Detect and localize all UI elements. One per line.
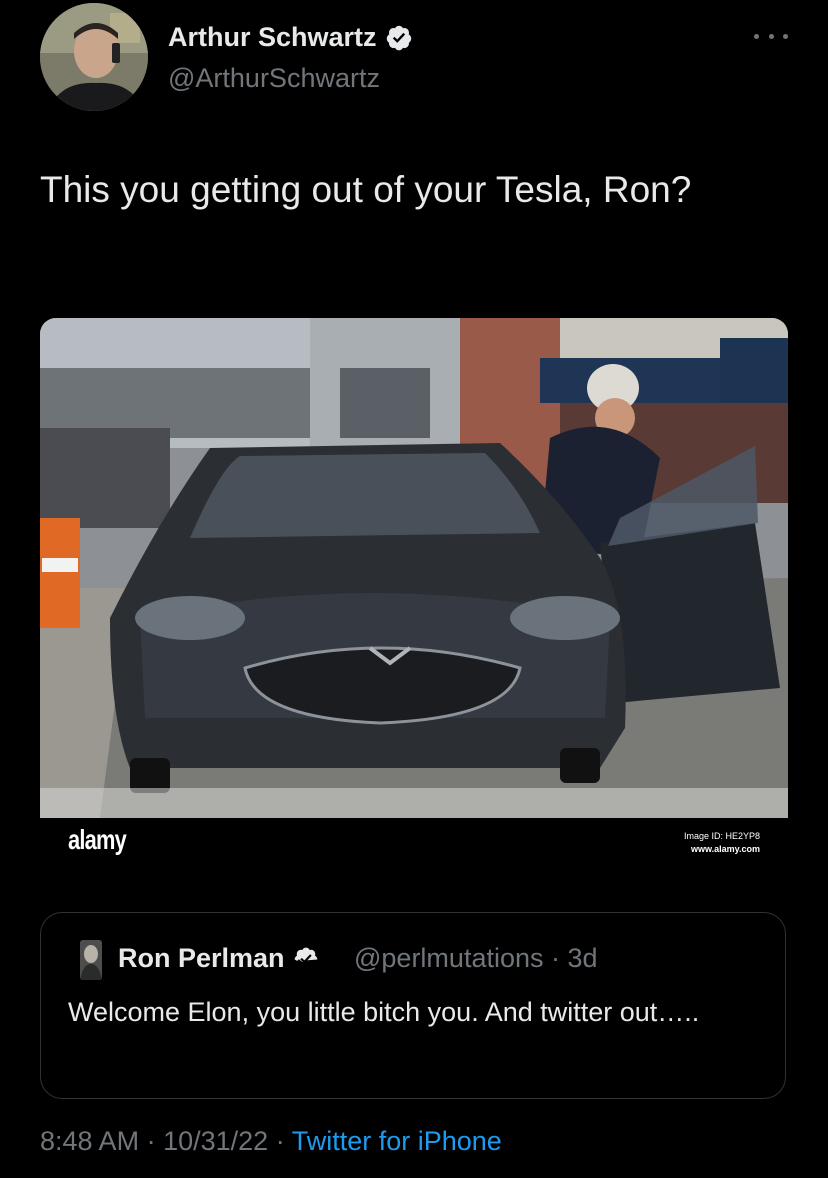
image-credit: Image ID: HE2YP8 www.alamy.com xyxy=(684,830,760,856)
image-url: www.alamy.com xyxy=(690,844,760,854)
verified-badge-icon xyxy=(294,947,317,964)
image-id-label: Image ID: HE2YP8 xyxy=(683,831,760,841)
tweet-date[interactable]: 10/31/22 xyxy=(163,1126,268,1156)
author-avatar[interactable] xyxy=(40,3,148,111)
author-name[interactable]: Arthur Schwartz xyxy=(168,22,413,53)
quote-author-name-label[interactable]: Ron Perlman xyxy=(118,943,285,974)
media-footer xyxy=(40,818,788,878)
tweet-metadata: 8:48 AM · 10/31/22 · Twitter for iPhone xyxy=(40,1126,502,1157)
quote-text: Welcome Elon, you little bitch you. And … xyxy=(68,997,700,1027)
quote-separator: · xyxy=(551,943,561,973)
more-options-icon[interactable] xyxy=(754,24,788,48)
quote-author-name[interactable]: Ron Perlman xyxy=(118,943,319,974)
alamy-logo: alamy xyxy=(68,824,127,855)
quote-handle-label[interactable]: @perlmutations xyxy=(354,943,544,973)
quote-author-handle[interactable]: @perlmutations · 3d xyxy=(354,943,598,974)
tweet-source-link[interactable]: Twitter for iPhone xyxy=(292,1126,502,1156)
author-name-label[interactable]: Arthur Schwartz xyxy=(168,22,377,53)
verified-badge-icon xyxy=(386,25,411,50)
meta-separator-2: · xyxy=(275,1126,285,1156)
meta-separator-1: · xyxy=(146,1126,156,1156)
tweet-time[interactable]: 8:48 AM xyxy=(40,1126,139,1156)
tweet-text: This you getting out of your Tesla, Ron? xyxy=(40,169,692,210)
tweet-photo[interactable] xyxy=(40,318,788,818)
quote-age: 3d xyxy=(567,943,598,973)
author-handle[interactable]: @ArthurSchwartz xyxy=(168,63,380,94)
quote-author-avatar[interactable] xyxy=(80,940,102,980)
